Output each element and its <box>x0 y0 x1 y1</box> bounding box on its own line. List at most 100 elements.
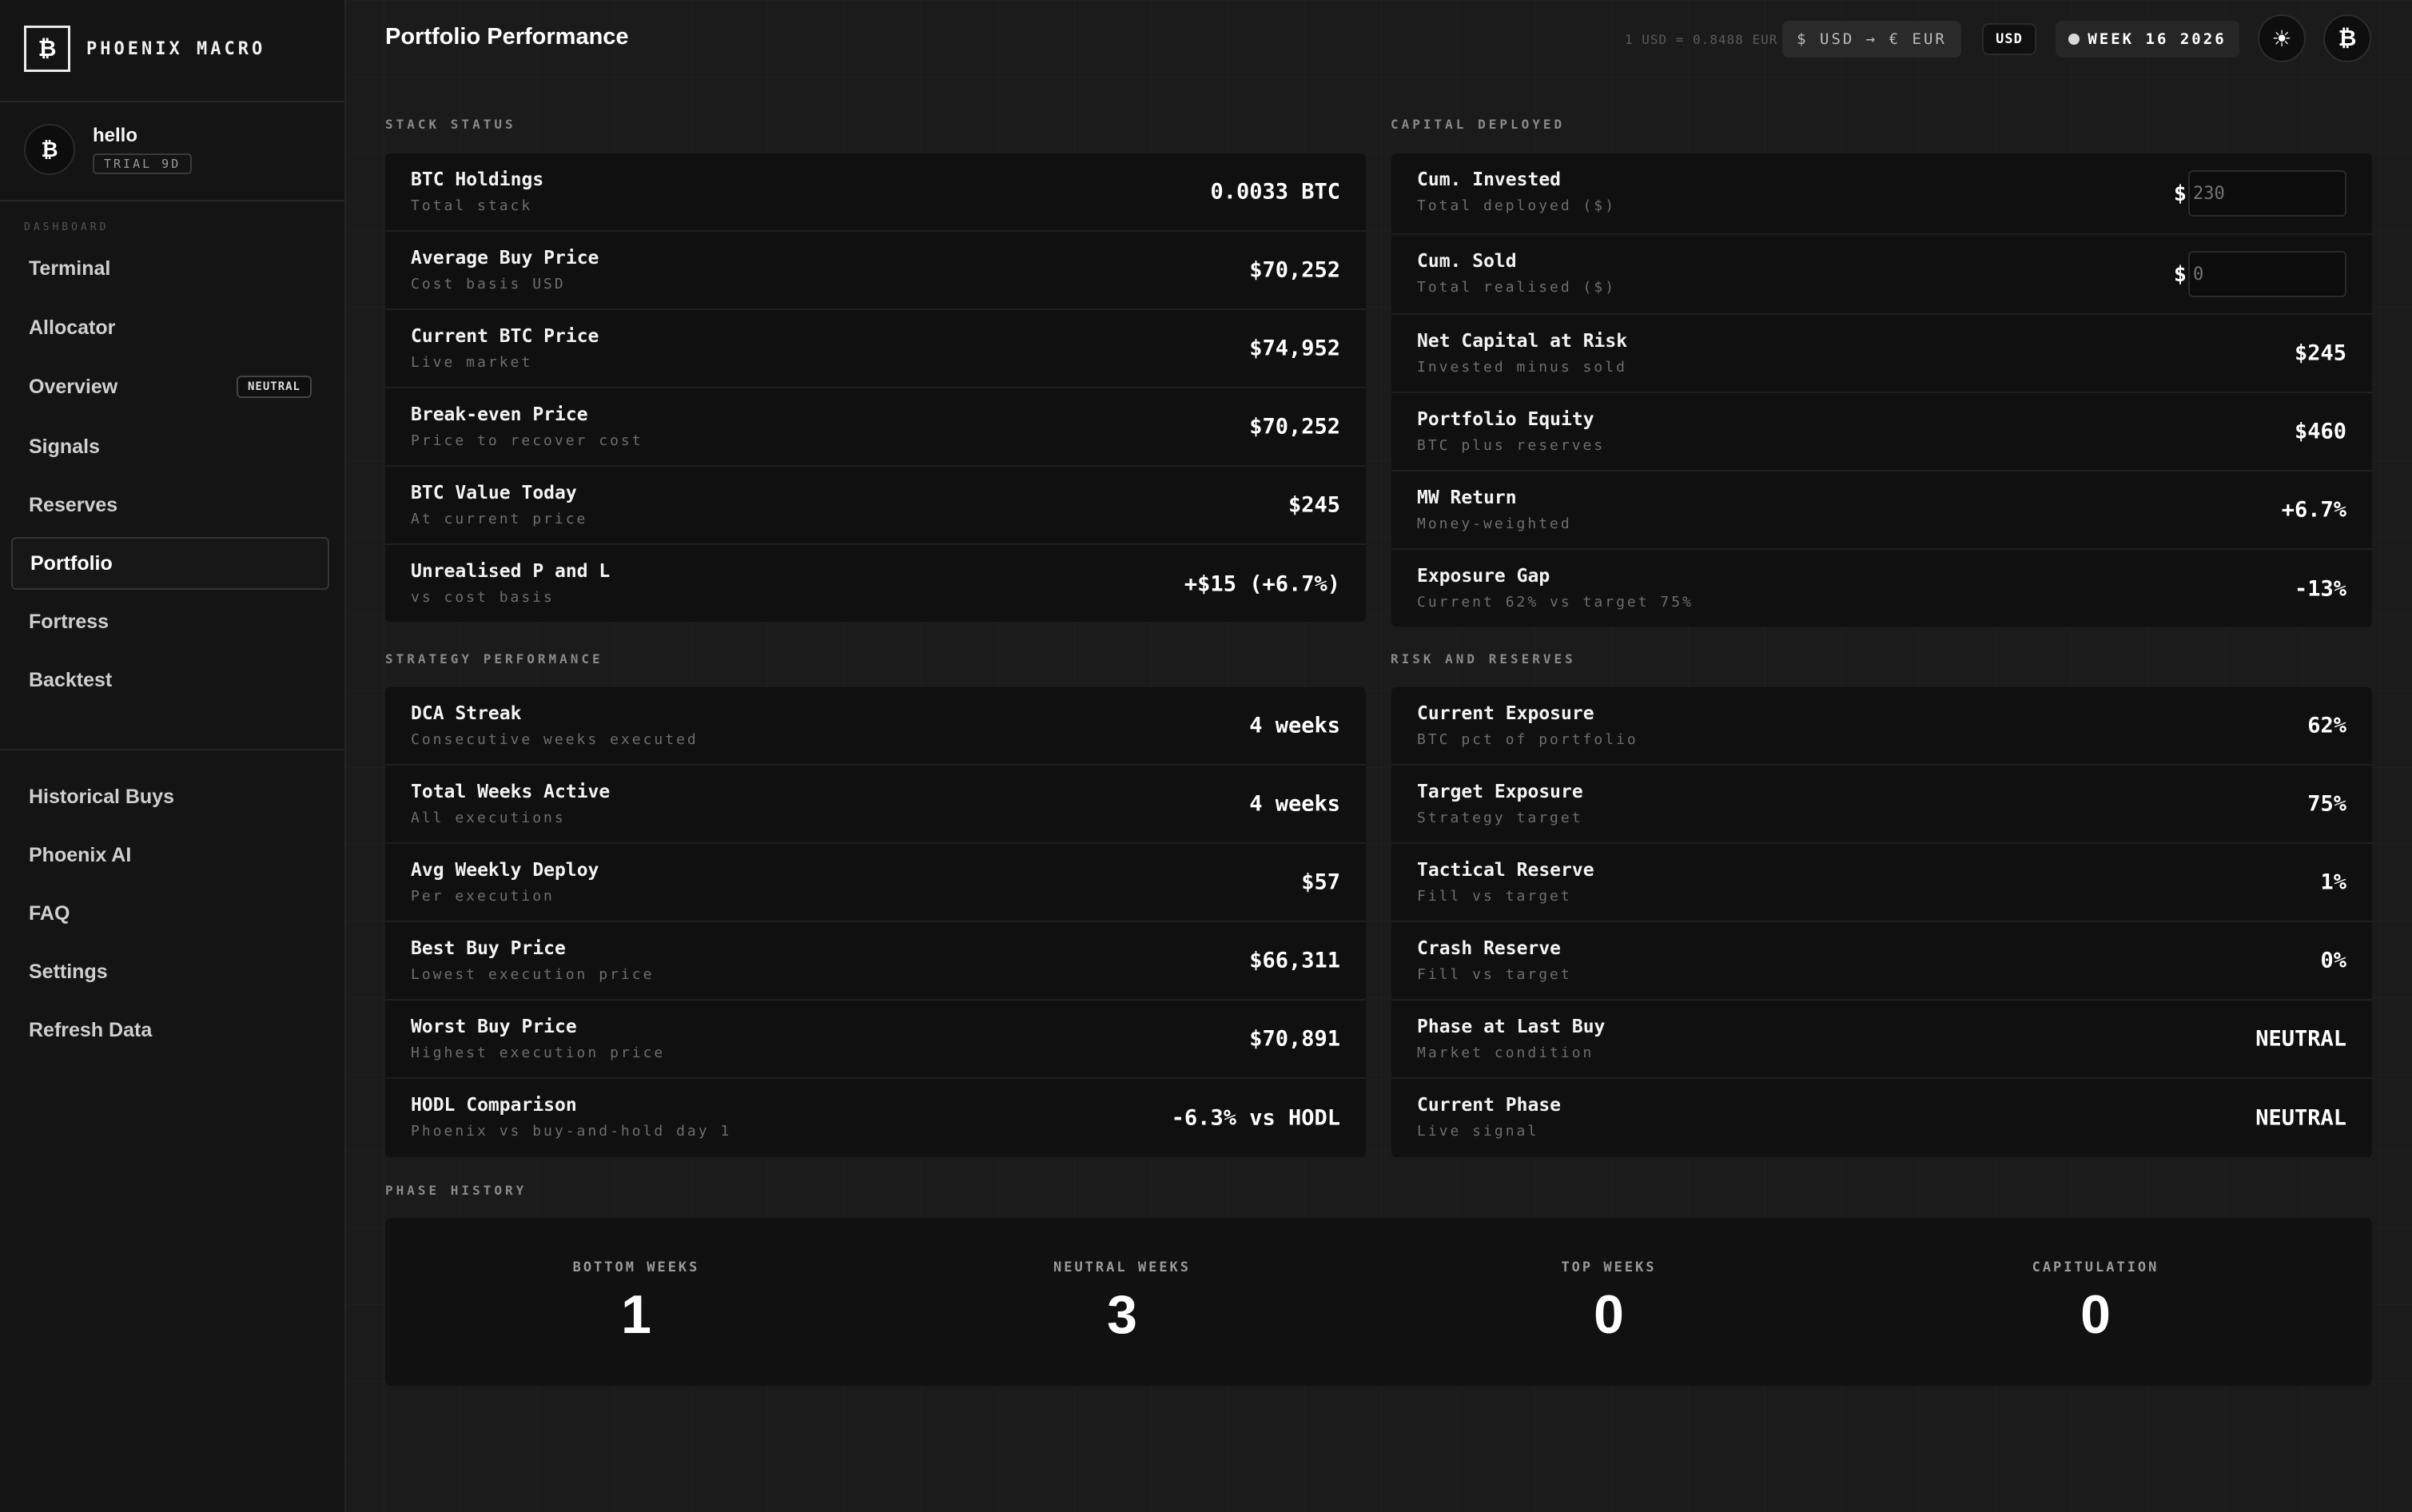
metric-value: $57 <box>1301 869 1340 895</box>
metric-row-cum-invested: Cum. Invested Total deployed ($) $ <box>1391 153 2372 235</box>
status-dot-icon <box>2068 34 2080 45</box>
phase-stat-label: CAPITULATION <box>2032 1259 2159 1275</box>
metric-sublabel: Market condition <box>1417 1044 1594 1061</box>
nav-label: Reserves <box>29 493 118 516</box>
cum-sold-input[interactable] <box>2188 251 2346 297</box>
metric-value: $70,252 <box>1249 414 1340 440</box>
metric-label: BTC Value Today <box>411 483 577 503</box>
metric-label: Current Phase <box>1417 1095 1562 1116</box>
metric-label: Break-even Price <box>411 404 588 425</box>
metric-value: -13% <box>2294 576 2346 602</box>
metric-label: MW Return <box>1417 487 1517 508</box>
metric-row-btc-value-today: BTC Value Today At current price $245 <box>385 467 1366 545</box>
phase-stat-bottom-weeks: BOTTOM WEEKS 1 <box>393 1218 879 1346</box>
metric-row-target-exposure: Target Exposure Strategy target 75% <box>1391 766 2372 844</box>
metric-label: Cum. Sold <box>1417 251 1517 272</box>
metric-sublabel: All executions <box>411 810 566 826</box>
capital-deployed-card: Cum. Invested Total deployed ($) $ Cum. … <box>1391 153 2372 627</box>
phase-stat-top-weeks: TOP WEEKS 0 <box>1366 1218 1852 1346</box>
fx-rate: 1 USD = 0.8488 EUR <box>1625 31 1778 47</box>
dollar-prefix: $ <box>2173 181 2187 206</box>
metric-value: NEUTRAL <box>2255 1105 2346 1131</box>
metric-label: Current BTC Price <box>411 326 599 347</box>
sidebar-item-refresh-data[interactable]: Refresh Data <box>11 1004 329 1056</box>
metric-value: $245 <box>1288 492 1340 518</box>
stack-status-card: BTC Holdings Total stack 0.0033 BTC Aver… <box>385 153 1366 622</box>
sidebar-item-fortress[interactable]: Fortress <box>11 595 329 648</box>
metric-row-mw-return: MW Return Money-weighted +6.7% <box>1391 472 2372 550</box>
nav-label: Settings <box>29 960 108 983</box>
divider <box>0 749 346 750</box>
metric-value: 4 weeks <box>1249 713 1340 738</box>
metric-row-phase-at-last-buy: Phase at Last Buy Market condition NEUTR… <box>1391 1001 2372 1079</box>
phase-stat-label: TOP WEEKS <box>1561 1259 1657 1275</box>
sidebar: ₿ PHOENIX MACRO ₿ hello TRIAL 9D DASHBOA… <box>0 0 346 1512</box>
nav-label: Fortress <box>29 610 109 633</box>
currency-toggle-button[interactable]: $ USD → € EUR <box>1782 21 1961 58</box>
metric-label: Crash Reserve <box>1417 938 1562 959</box>
metric-row-total-weeks-active: Total Weeks Active All executions 4 week… <box>385 766 1366 844</box>
phase-stat-neutral-weeks: NEUTRAL WEEKS 3 <box>879 1218 1365 1346</box>
metric-row-best-buy-price: Best Buy Price Lowest execution price $6… <box>385 922 1366 1001</box>
phase-stat-value: 1 <box>621 1284 651 1345</box>
metric-sublabel: At current price <box>411 511 588 527</box>
week-label: WEEK 16 2026 <box>2088 30 2227 48</box>
nav-label: Signals <box>29 435 100 458</box>
nav-section-label: DASHBOARD <box>24 221 109 233</box>
currency-badge[interactable]: USD <box>1982 23 2036 55</box>
sidebar-item-overview[interactable]: Overview NEUTRAL <box>11 360 329 413</box>
metric-value: $70,891 <box>1249 1026 1340 1052</box>
nav-label: Historical Buys <box>29 785 175 808</box>
metric-label: Total Weeks Active <box>411 782 611 802</box>
theme-toggle-sun-icon[interactable]: ☀ <box>2258 14 2306 62</box>
cum-invested-input[interactable] <box>2188 170 2346 217</box>
metric-sublabel: Money-weighted <box>1417 515 1572 532</box>
metric-sublabel: vs cost basis <box>411 589 555 606</box>
section-title-phase-history: PHASE HISTORY <box>385 1183 527 1198</box>
bitcoin-logo-icon: ₿ <box>24 26 70 72</box>
user-profile[interactable]: ₿ hello TRIAL 9D <box>24 124 193 175</box>
metric-row-portfolio-equity: Portfolio Equity BTC plus reserves $460 <box>1391 393 2372 472</box>
metric-value: 0% <box>2320 948 2346 973</box>
metric-row-dca-streak: DCA Streak Consecutive weeks executed 4 … <box>385 687 1366 766</box>
sidebar-item-terminal[interactable]: Terminal <box>11 242 329 295</box>
phase-stat-label: NEUTRAL WEEKS <box>1053 1259 1192 1275</box>
metric-sublabel: Lowest execution price <box>411 966 655 983</box>
metric-sublabel: Cost basis USD <box>411 276 566 292</box>
metric-sublabel: BTC pct of portfolio <box>1417 731 1638 748</box>
metric-value: $66,311 <box>1249 948 1340 973</box>
sidebar-item-faq[interactable]: FAQ <box>11 887 329 940</box>
metric-row-crash-reserve: Crash Reserve Fill vs target 0% <box>1391 922 2372 1001</box>
sidebar-item-signals[interactable]: Signals <box>11 420 329 473</box>
sidebar-item-allocator[interactable]: Allocator <box>11 301 329 354</box>
metric-sublabel: Total realised ($) <box>1417 279 1617 296</box>
metric-sublabel: Consecutive weeks executed <box>411 731 699 748</box>
sidebar-item-backtest[interactable]: Backtest <box>11 654 329 706</box>
sidebar-item-portfolio[interactable]: Portfolio <box>11 537 329 590</box>
metric-label: DCA Streak <box>411 703 522 724</box>
nav-label: FAQ <box>29 901 70 925</box>
section-title-strategy-performance: STRATEGY PERFORMANCE <box>385 651 603 666</box>
profile-bitcoin-icon[interactable]: ₿ <box>2323 14 2371 62</box>
section-title-stack-status: STACK STATUS <box>385 117 516 132</box>
section-title-risk-and-reserves: RISK AND RESERVES <box>1391 651 1576 666</box>
brand-name: PHOENIX MACRO <box>86 38 266 59</box>
metric-label: Target Exposure <box>1417 782 1583 802</box>
nav-label: Overview <box>29 375 118 398</box>
nav-label: Phoenix AI <box>29 843 132 866</box>
sidebar-item-historical-buys[interactable]: Historical Buys <box>11 770 329 823</box>
metric-row-net-capital-at-risk: Net Capital at Risk Invested minus sold … <box>1391 315 2372 393</box>
sidebar-item-settings[interactable]: Settings <box>11 945 329 998</box>
metric-value: -6.3% vs HODL <box>1171 1105 1340 1131</box>
metric-value: $460 <box>2294 419 2346 444</box>
metric-value: +$15 (+6.7%) <box>1184 571 1340 597</box>
dollar-prefix: $ <box>2173 261 2187 287</box>
metric-sublabel: Live market <box>411 354 533 371</box>
sidebar-item-reserves[interactable]: Reserves <box>11 479 329 531</box>
metric-sublabel: Fill vs target <box>1417 966 1572 983</box>
metric-sublabel: Strategy target <box>1417 810 1583 826</box>
metric-label: Cum. Invested <box>1417 169 1562 190</box>
metric-label: Exposure Gap <box>1417 566 1550 587</box>
brand[interactable]: ₿ PHOENIX MACRO <box>24 26 265 72</box>
sidebar-item-phoenix-ai[interactable]: Phoenix AI <box>11 829 329 881</box>
